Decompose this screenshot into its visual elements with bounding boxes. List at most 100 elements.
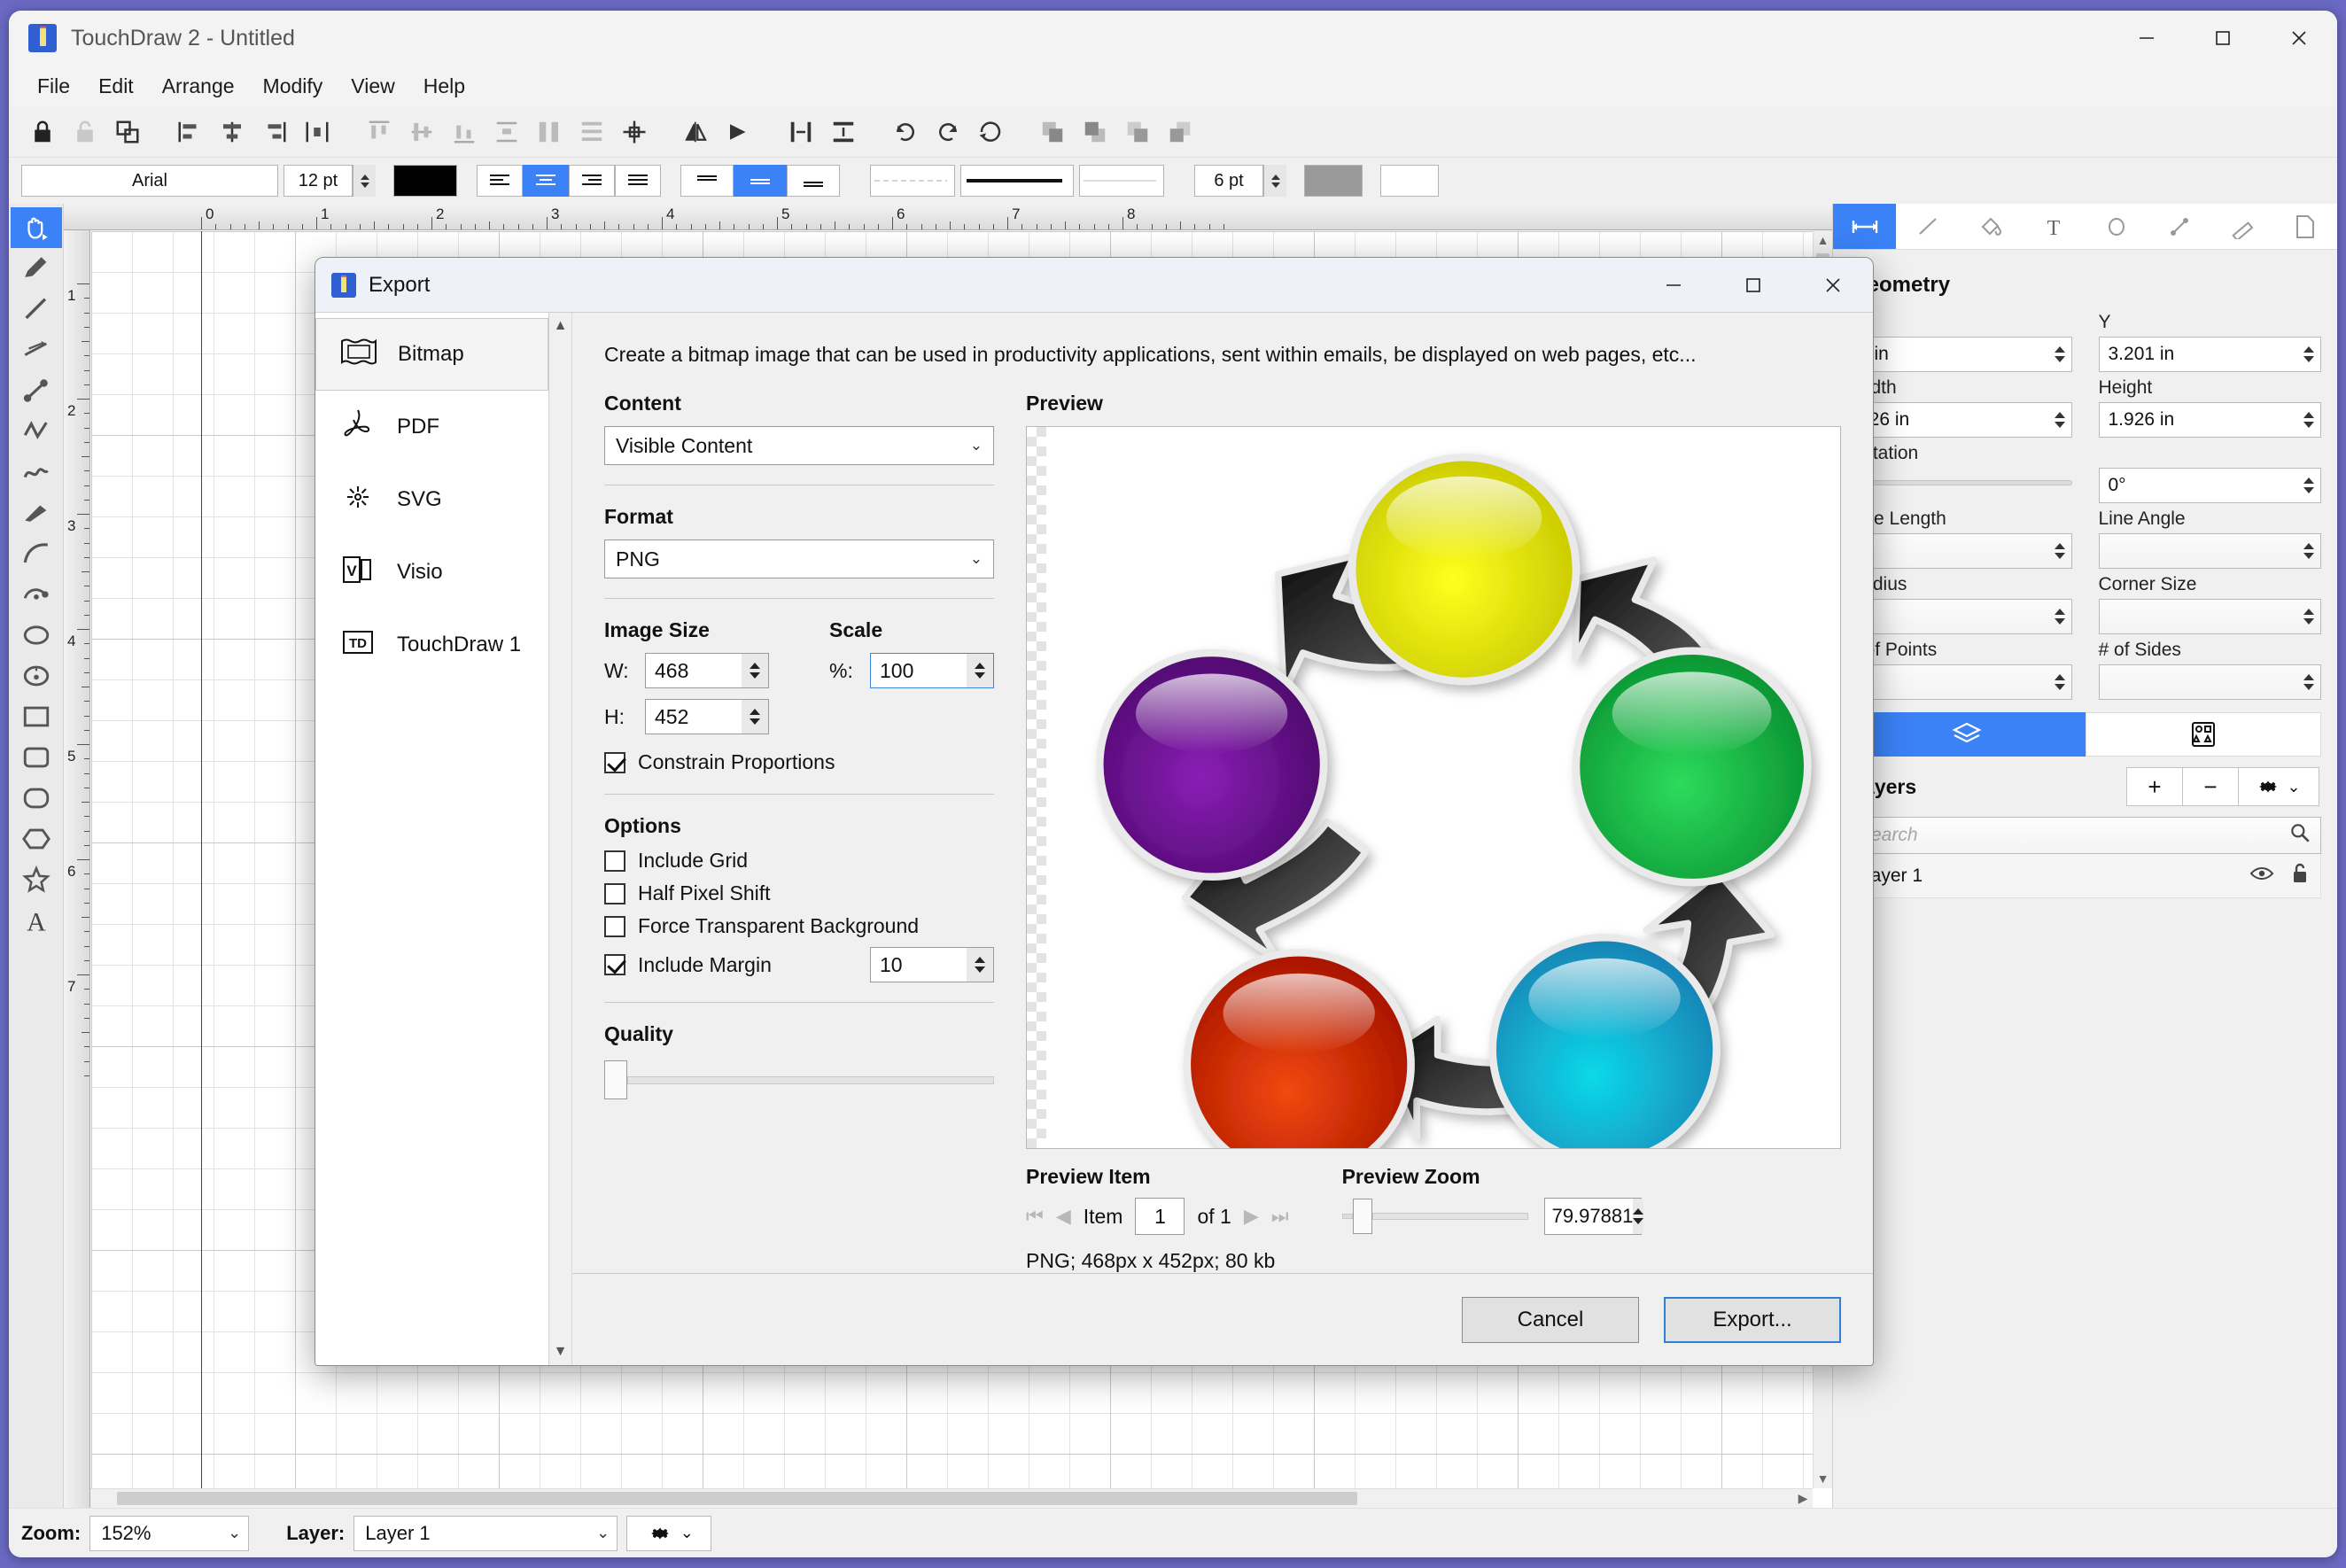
rounded-rect2-tool[interactable] bbox=[11, 778, 62, 819]
half-pixel-shift-checkbox[interactable] bbox=[604, 882, 625, 904]
line-width-value[interactable]: 6 pt bbox=[1194, 165, 1263, 197]
scroll-up-arrow[interactable]: ▲ bbox=[549, 318, 571, 334]
align-middle-icon[interactable] bbox=[400, 111, 443, 153]
canvas-horizontal-scrollbar[interactable]: ▶ bbox=[90, 1488, 1813, 1508]
chevron-down-icon[interactable]: ⌄ bbox=[2287, 778, 2300, 796]
arc-point-tool[interactable] bbox=[11, 574, 62, 615]
half-pixel-shift-row[interactable]: Half Pixel Shift bbox=[604, 881, 994, 905]
align-top-icon[interactable] bbox=[358, 111, 400, 153]
height-input[interactable]: 452 bbox=[645, 699, 769, 734]
width-input[interactable]: 468 bbox=[645, 653, 769, 688]
field-y-input[interactable]: 3.201 in bbox=[2098, 337, 2321, 372]
field-sides-input[interactable] bbox=[2098, 664, 2321, 700]
scale-percent-input[interactable]: 100 bbox=[870, 653, 994, 688]
force-transparent-background-checkbox[interactable] bbox=[604, 915, 625, 937]
unlock-icon[interactable] bbox=[64, 111, 106, 153]
width-spinner[interactable] bbox=[742, 654, 768, 687]
text-tab[interactable]: T bbox=[2022, 204, 2085, 249]
scroll-up-arrow[interactable]: ▲ bbox=[1814, 232, 1832, 248]
text-color-swatch[interactable] bbox=[393, 165, 457, 197]
group-icon[interactable] bbox=[106, 111, 149, 153]
format-select[interactable]: PNG ⌄ bbox=[604, 539, 994, 578]
rotate-right-icon[interactable] bbox=[927, 111, 969, 153]
scroll-h-thumb[interactable] bbox=[117, 1492, 1357, 1505]
preview-item-input[interactable]: 1 bbox=[1135, 1198, 1185, 1235]
field-radius-input[interactable] bbox=[1849, 599, 2072, 634]
line-style-solid-field[interactable] bbox=[960, 165, 1074, 197]
constrain-proportions-checkbox[interactable] bbox=[604, 751, 625, 773]
dialog-close-icon[interactable] bbox=[1793, 258, 1873, 313]
fill-tab[interactable] bbox=[1959, 204, 2022, 249]
field-line-angle-spinner[interactable] bbox=[2297, 534, 2320, 568]
align-right-icon[interactable] bbox=[253, 111, 296, 153]
field-height-input[interactable]: 1.926 in bbox=[2098, 402, 2321, 438]
font-size-spinner[interactable] bbox=[353, 165, 376, 197]
distribute-horizontal-space-icon[interactable] bbox=[780, 111, 822, 153]
menu-help[interactable]: Help bbox=[409, 71, 479, 102]
line-style-dashed-field[interactable] bbox=[870, 165, 955, 197]
font-size-value[interactable]: 12 pt bbox=[284, 165, 353, 197]
arc-tool[interactable] bbox=[11, 533, 62, 574]
preview-zoom-spinner[interactable] bbox=[1633, 1199, 1644, 1234]
bring-forward-icon[interactable] bbox=[1116, 111, 1159, 153]
margin-spinner[interactable] bbox=[967, 948, 993, 982]
scroll-right-arrow[interactable]: ▶ bbox=[1795, 1489, 1811, 1508]
unlock-icon[interactable] bbox=[2290, 862, 2310, 890]
export-format-touchdraw1[interactable]: TD TouchDraw 1 bbox=[315, 609, 548, 681]
format-list-scrollbar[interactable]: ▲ ▼ bbox=[549, 313, 572, 1365]
field-line-length-input[interactable] bbox=[1849, 533, 2072, 569]
field-width-input[interactable]: 926 in bbox=[1849, 402, 2072, 438]
close-icon[interactable] bbox=[2261, 11, 2337, 66]
layer-search-input[interactable]: Search bbox=[1849, 817, 2321, 854]
document-tab[interactable] bbox=[2274, 204, 2337, 249]
field-rotation-spinner[interactable] bbox=[2297, 469, 2320, 502]
layers-tab[interactable] bbox=[1849, 712, 2086, 757]
height-spinner[interactable] bbox=[742, 700, 768, 734]
valign-top-button[interactable] bbox=[680, 165, 734, 197]
pencil-tool[interactable] bbox=[11, 248, 62, 289]
scroll-down-arrow[interactable]: ▼ bbox=[1814, 1471, 1832, 1486]
preview-canvas[interactable] bbox=[1026, 426, 1841, 1149]
chevron-down-icon[interactable]: ⌄ bbox=[970, 550, 983, 568]
align-right-button[interactable] bbox=[569, 165, 615, 197]
star-tool[interactable] bbox=[11, 859, 62, 900]
stroke-color-swatch[interactable] bbox=[1304, 165, 1363, 197]
add-layer-button[interactable]: + bbox=[2126, 767, 2183, 806]
layer-select[interactable]: Layer 1 ⌄ bbox=[353, 1515, 618, 1551]
space-evenly-icon[interactable] bbox=[571, 111, 613, 153]
library-tab[interactable] bbox=[2085, 712, 2321, 757]
eye-icon[interactable] bbox=[2249, 865, 2274, 888]
quality-slider-thumb[interactable] bbox=[604, 1060, 627, 1099]
connector-tab[interactable] bbox=[2148, 204, 2211, 249]
field-line-angle-input[interactable] bbox=[2098, 533, 2321, 569]
maximize-icon[interactable] bbox=[2185, 11, 2261, 66]
field-sides-spinner[interactable] bbox=[2297, 665, 2320, 699]
line-style-thin-field[interactable] bbox=[1079, 165, 1164, 197]
remove-layer-button[interactable]: − bbox=[2182, 767, 2239, 806]
flip-vertical-icon[interactable] bbox=[718, 111, 760, 153]
export-format-bitmap[interactable]: Bitmap bbox=[315, 318, 548, 391]
constrain-proportions-row[interactable]: Constrain Proportions bbox=[604, 750, 994, 774]
scroll-down-arrow[interactable]: ▼ bbox=[549, 1344, 571, 1360]
ellipse-tool[interactable] bbox=[11, 615, 62, 656]
layer-settings-button[interactable]: ⌄ bbox=[2238, 767, 2319, 806]
align-center-h-icon[interactable] bbox=[211, 111, 253, 153]
distribute-h2-icon[interactable] bbox=[528, 111, 571, 153]
next-item-icon[interactable]: ▶ bbox=[1244, 1205, 1259, 1228]
include-grid-checkbox[interactable] bbox=[604, 850, 625, 872]
select-hand-tool[interactable] bbox=[10, 207, 62, 248]
field-x-spinner[interactable] bbox=[2048, 338, 2071, 371]
dimension-tab[interactable] bbox=[1833, 204, 1897, 249]
chevron-down-icon[interactable]: ⌄ bbox=[212, 1524, 241, 1542]
pen-tool[interactable] bbox=[11, 493, 62, 533]
rotation-slider[interactable] bbox=[1849, 480, 2072, 485]
line-tab[interactable] bbox=[1896, 204, 1959, 249]
line-width-stepper[interactable]: 6 pt bbox=[1194, 165, 1286, 197]
chevron-down-icon[interactable]: ⌄ bbox=[580, 1524, 610, 1542]
valign-bottom-button[interactable] bbox=[787, 165, 840, 197]
dimension-tool[interactable] bbox=[11, 330, 62, 370]
field-rotation-input[interactable]: 0° bbox=[2098, 468, 2321, 503]
preview-zoom-input[interactable]: 79.97881 bbox=[1543, 1198, 1644, 1235]
field-x-input[interactable]: 5 in bbox=[1849, 337, 2072, 372]
valign-middle-button[interactable] bbox=[734, 165, 787, 197]
